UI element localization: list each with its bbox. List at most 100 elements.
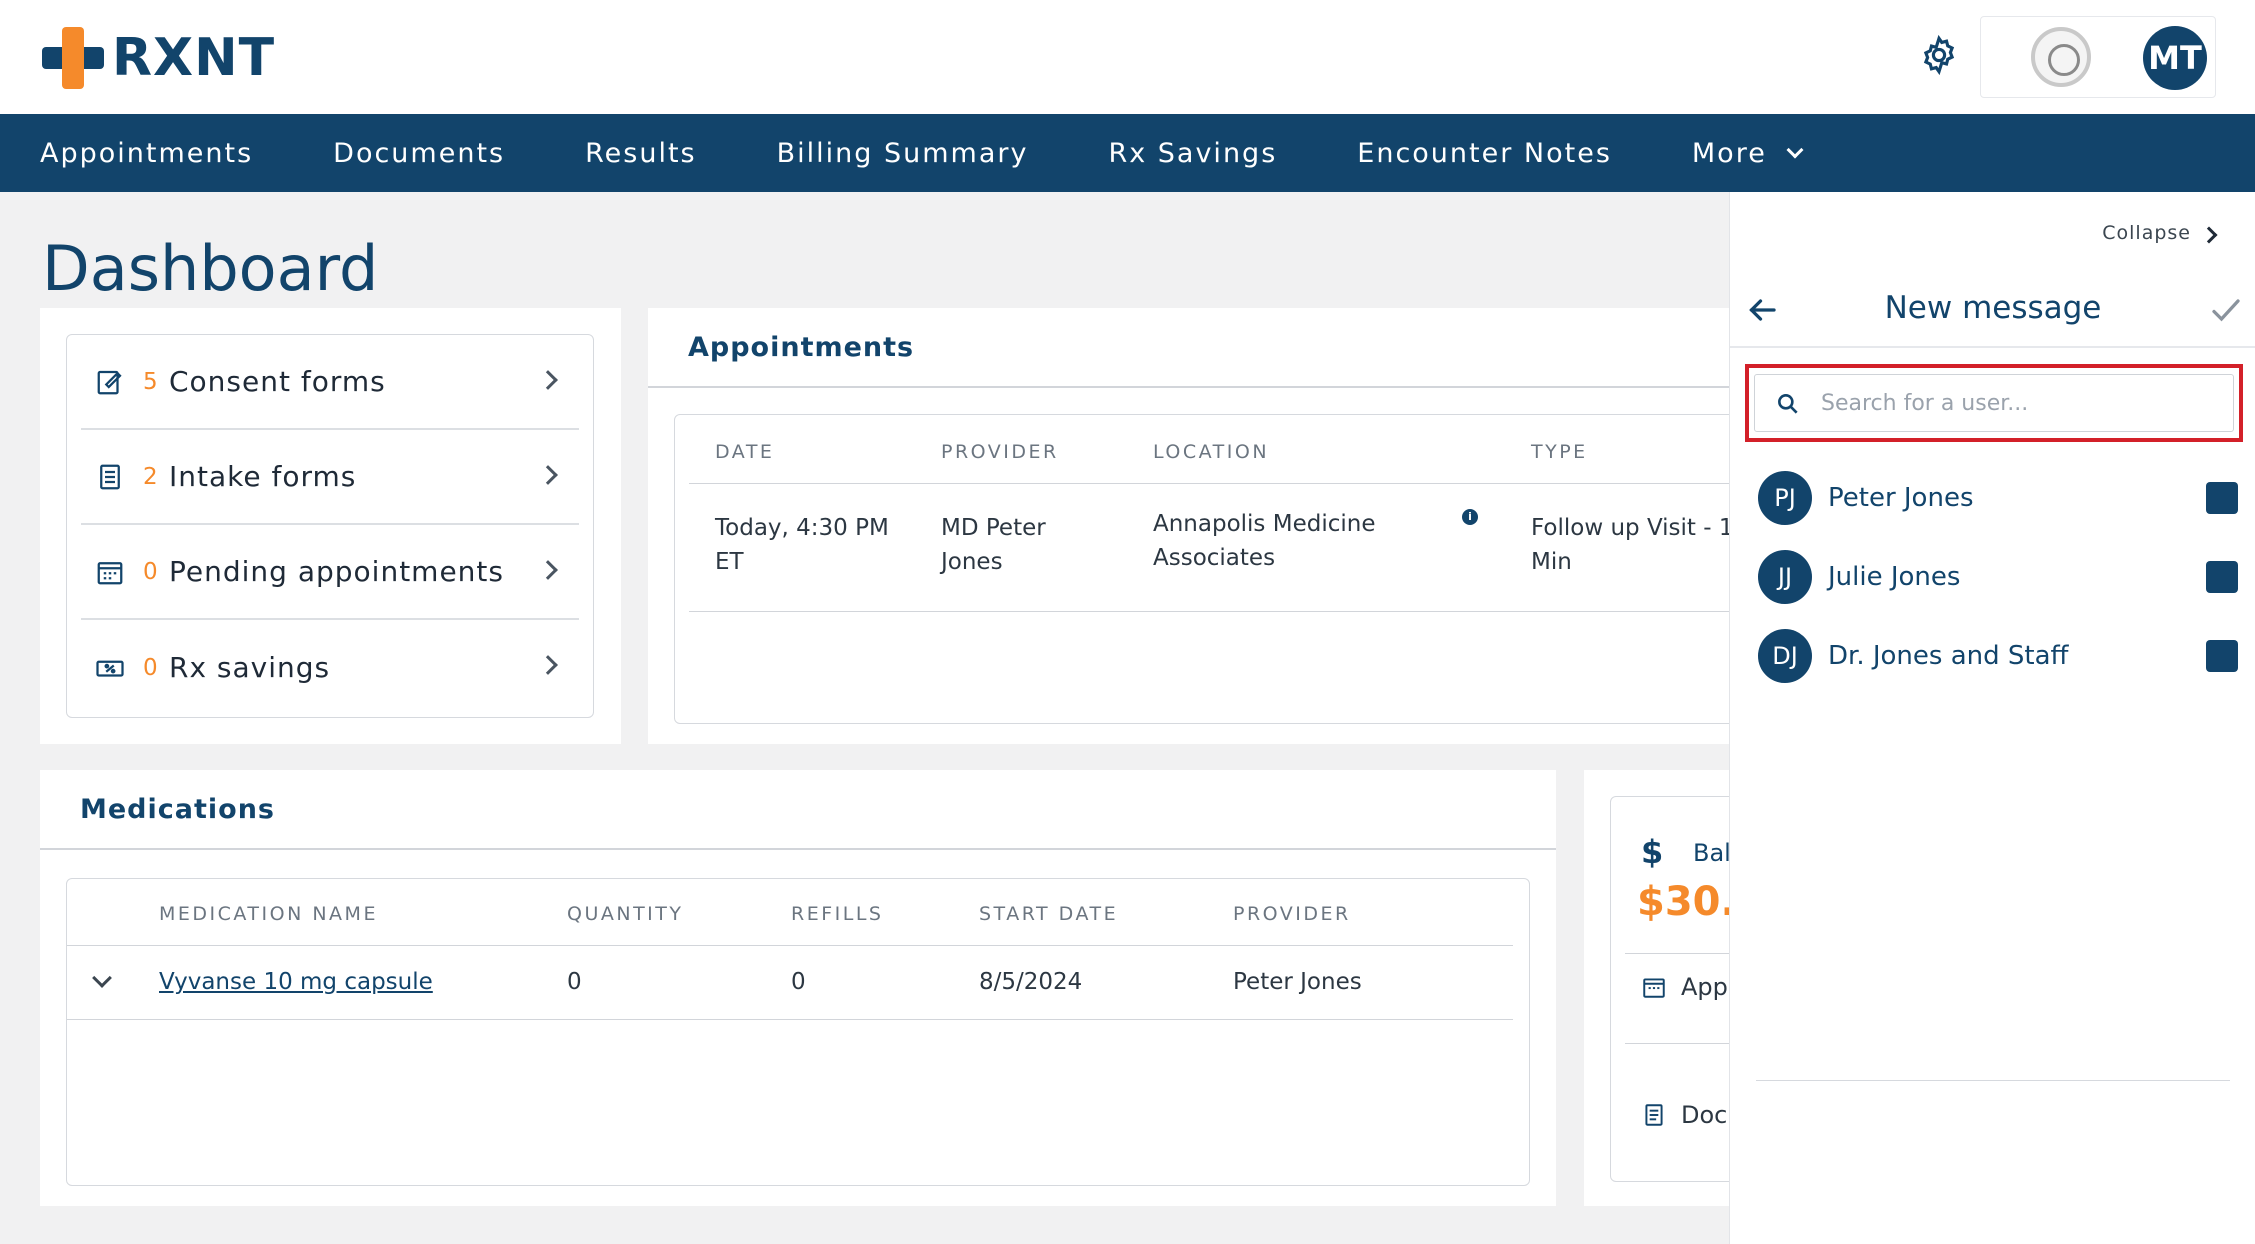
edit-form-icon [97, 370, 122, 394]
appointments-card: Appointments DATE PROVIDER LOCATION TYPE… [648, 308, 1754, 744]
nav-appointments[interactable]: Appointments [40, 138, 253, 169]
avatar: PJ [1758, 471, 1812, 525]
appointment-provider: MD Peter Jones [941, 515, 1046, 575]
column-header-medication-name: MEDICATION NAME [159, 903, 378, 925]
quick-links-card: 5 Consent forms 2 Intake forms 0 Pending… [40, 308, 621, 744]
chevron-down-icon[interactable] [92, 968, 112, 988]
practice-seal-icon [2031, 27, 2091, 87]
column-header-refills: REFILLS [791, 903, 884, 925]
medication-quantity: 0 [567, 969, 582, 995]
appointments-title: Appointments [688, 332, 915, 363]
user-option-julie-jones[interactable]: JJ Julie Jones [1758, 549, 2238, 605]
column-header-provider: PROVIDER [1233, 903, 1351, 925]
quick-link-rx-savings[interactable]: 0 Rx savings [81, 620, 579, 715]
consent-forms-label: Consent forms [169, 365, 386, 398]
chevron-right-icon[interactable] [2200, 226, 2218, 244]
nav-results[interactable]: Results [585, 138, 697, 169]
medication-start-date: 8/5/2024 [979, 969, 1083, 995]
avatar: DJ [1758, 629, 1812, 683]
quick-link-intake-forms[interactable]: 2 Intake forms [81, 430, 579, 525]
medication-provider: Peter Jones [1233, 969, 1362, 995]
panel-header: New message [1730, 280, 2255, 340]
appointments-table: DATE PROVIDER LOCATION TYPE Today, 4:30 … [674, 414, 1754, 724]
column-header-location: LOCATION [1153, 441, 1270, 463]
calendar-icon [97, 561, 123, 584]
consent-forms-count: 5 [143, 368, 158, 395]
user-checkbox[interactable] [2206, 640, 2238, 672]
nav-more-label: More [1691, 137, 1767, 169]
intake-forms-count: 2 [143, 463, 158, 490]
logo-text: RXNT [112, 28, 276, 88]
nav-more[interactable]: More [1691, 137, 1804, 169]
account-menu[interactable]: MT [1980, 16, 2216, 98]
column-header-start-date: START DATE [979, 903, 1119, 925]
gear-icon[interactable] [1918, 34, 1960, 76]
user-option-dr-jones-and-staff[interactable]: DJ Dr. Jones and Staff [1758, 628, 2238, 684]
divider [40, 848, 1556, 850]
balance-row-label: Doc [1681, 1101, 1728, 1129]
user-name: Julie Jones [1828, 562, 1961, 592]
checkmark-icon[interactable] [2208, 292, 2244, 328]
chevron-right-icon [538, 370, 558, 390]
user-option-peter-jones[interactable]: PJ Peter Jones [1758, 470, 2238, 526]
medications-card: Medications MEDICATION NAME QUANTITY REF… [40, 770, 1556, 1206]
nav-encounter-notes[interactable]: Encounter Notes [1357, 138, 1612, 169]
search-icon [1778, 394, 1798, 414]
nav-rx-savings[interactable]: Rx Savings [1108, 138, 1277, 169]
balance-box: $ Bal $30.0 App Doc [1610, 796, 1730, 1182]
chevron-right-icon [538, 560, 558, 580]
rx-savings-label: Rx savings [169, 651, 331, 684]
user-name: Dr. Jones and Staff [1828, 641, 2069, 671]
divider [1730, 346, 2255, 348]
pending-appointments-count: 0 [143, 558, 158, 585]
panel-title: New message [1884, 290, 2102, 326]
column-header-date: DATE [715, 441, 775, 463]
app-root: RXNT MT Appointments Documents Results B… [0, 0, 2255, 1244]
appointment-date: Today, 4:30 PM ET [715, 515, 889, 575]
quick-link-pending-appointments[interactable]: 0 Pending appointments [81, 525, 579, 620]
pending-appointments-label: Pending appointments [169, 555, 504, 588]
column-header-provider: PROVIDER [941, 441, 1059, 463]
rxnt-logo[interactable]: RXNT [42, 26, 275, 90]
info-icon[interactable]: i [1462, 509, 1478, 525]
medications-title: Medications [80, 794, 275, 825]
divider [648, 386, 1730, 388]
column-header-type: TYPE [1531, 441, 1588, 463]
user-checkbox[interactable] [2206, 482, 2238, 514]
balance-label: Bal [1693, 839, 1730, 867]
nav-documents[interactable]: Documents [333, 138, 505, 169]
coupon-icon [96, 660, 124, 677]
divider [689, 483, 1753, 484]
logo-cross-icon [42, 27, 104, 89]
chevron-right-icon [538, 465, 558, 485]
divider [67, 1019, 1513, 1020]
balance-card: $ Bal $30.0 App Doc [1584, 770, 1730, 1206]
rx-savings-count: 0 [143, 654, 158, 681]
balance-documents-link[interactable]: Doc [1641, 1101, 1727, 1129]
nav-billing-summary[interactable]: Billing Summary [777, 138, 1029, 169]
user-checkbox[interactable] [2206, 561, 2238, 593]
balance-appointments-link[interactable]: App [1641, 973, 1728, 1001]
chevron-right-icon [538, 655, 558, 675]
medication-name-link[interactable]: Vyvanse 10 mg capsule [159, 965, 433, 999]
intake-forms-label: Intake forms [169, 460, 357, 493]
top-bar: RXNT MT [0, 0, 2255, 114]
divider [1625, 1043, 1730, 1044]
new-message-panel: Collapse New message PJ Peter Jones JJ J… [1729, 192, 2255, 1244]
user-search-box[interactable] [1754, 374, 2234, 432]
avatar[interactable]: MT [2143, 26, 2207, 90]
dollar-icon: $ [1641, 833, 1664, 871]
appointment-type: Follow up Visit - 1 Min [1531, 515, 1734, 575]
medication-refills: 0 [791, 969, 806, 995]
quick-links-list: 5 Consent forms 2 Intake forms 0 Pending… [66, 334, 594, 718]
quick-link-consent-forms[interactable]: 5 Consent forms [81, 335, 579, 430]
page-title: Dashboard [42, 232, 379, 305]
user-search-input[interactable] [1821, 385, 2221, 421]
column-header-quantity: QUANTITY [567, 903, 684, 925]
appointment-location: Annapolis Medicine Associates [1153, 511, 1376, 571]
chevron-down-icon [1786, 141, 1804, 159]
document-icon [1645, 1104, 1663, 1126]
collapse-button[interactable]: Collapse [2102, 222, 2191, 244]
divider [1756, 1080, 2230, 1081]
balance-amount: $30.0 [1637, 879, 1730, 925]
